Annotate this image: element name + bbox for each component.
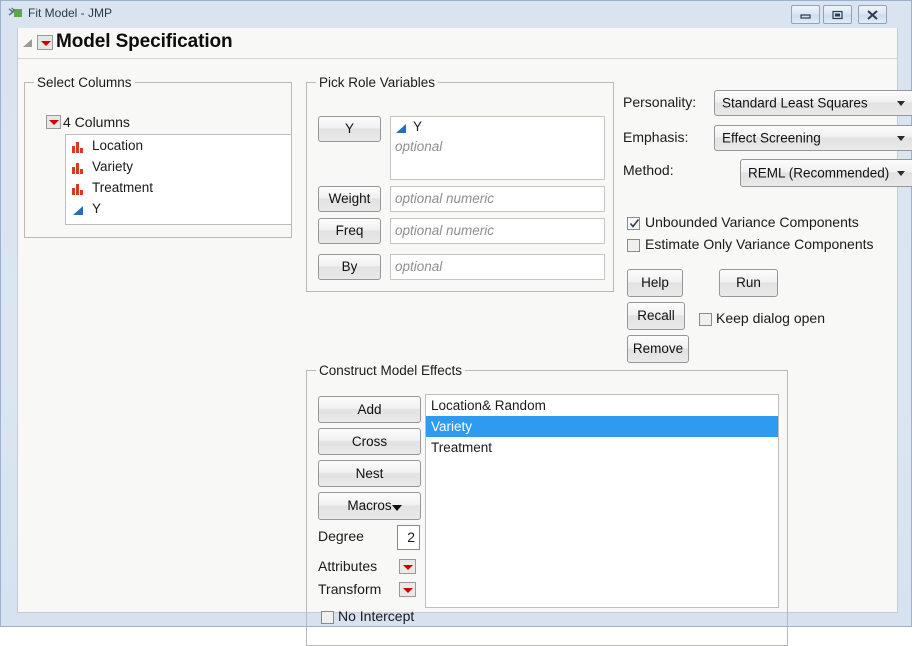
chevron-down-icon — [897, 136, 905, 141]
list-item[interactable]: Variety — [66, 156, 291, 177]
fit-model-window: Fit Model - JMP Model Specificatio — [0, 0, 912, 627]
no-intercept-checkbox[interactable] — [321, 611, 334, 624]
keep-dialog-open-checkbox[interactable] — [699, 313, 712, 326]
attributes-dropdown-icon[interactable] — [399, 559, 416, 574]
emphasis-value: Effect Screening — [722, 131, 821, 146]
columns-count-label: 4 Columns — [63, 114, 130, 130]
remove-button[interactable]: Remove — [627, 335, 689, 363]
macros-button[interactable]: Macros — [318, 492, 421, 520]
list-item[interactable]: Y — [66, 198, 291, 219]
method-label: Method: — [623, 162, 674, 178]
method-dropdown[interactable]: REML (Recommended) — [740, 159, 912, 187]
jmp-icon — [8, 7, 23, 21]
by-role-placeholder: optional — [395, 259, 442, 274]
method-value: REML (Recommended) — [748, 166, 889, 181]
column-name: Treatment — [92, 180, 153, 195]
weight-role-placeholder: optional numeric — [395, 191, 494, 206]
freq-role-button[interactable]: Freq — [318, 218, 381, 244]
chevron-down-icon — [897, 171, 905, 176]
personality-dropdown[interactable]: Standard Least Squares — [714, 90, 912, 116]
list-item[interactable]: Location — [66, 135, 291, 156]
help-button[interactable]: Help — [627, 269, 683, 297]
y-role-button[interactable]: Y — [318, 116, 381, 142]
pick-role-variables-title: Pick Role Variables — [316, 75, 438, 90]
emphasis-label: Emphasis: — [623, 129, 688, 145]
nominal-icon — [71, 160, 85, 173]
chevron-down-icon — [897, 101, 905, 106]
window-title: Fit Model - JMP — [28, 6, 112, 20]
recall-button[interactable]: Recall — [627, 302, 685, 330]
minimize-button[interactable] — [791, 5, 820, 24]
model-specification-header: Model Specification — [18, 28, 897, 59]
estimate-only-variance-checkbox[interactable] — [627, 239, 640, 252]
attributes-label: Attributes — [318, 558, 377, 574]
personality-label: Personality: — [623, 94, 696, 110]
continuous-icon — [71, 202, 85, 215]
macros-label: Macros — [347, 498, 391, 513]
select-columns-title: Select Columns — [34, 75, 135, 90]
columns-popup-arrow-icon[interactable] — [46, 115, 61, 129]
close-button[interactable] — [858, 5, 887, 24]
transform-label: Transform — [318, 581, 381, 597]
column-name: Y — [92, 201, 101, 216]
unbounded-variance-checkbox[interactable] — [627, 217, 640, 230]
cross-effect-button[interactable]: Cross — [318, 428, 421, 455]
personality-value: Standard Least Squares — [722, 96, 868, 111]
run-button[interactable]: Run — [719, 269, 778, 297]
freq-role-box[interactable]: optional numeric — [390, 218, 605, 244]
list-item[interactable]: Treatment — [426, 437, 778, 458]
column-name: Variety — [92, 159, 133, 174]
estimate-only-variance-label: Estimate Only Variance Components — [645, 236, 874, 252]
y-role-value-row[interactable]: Y — [391, 117, 604, 137]
select-columns-list[interactable]: Location Variety — [65, 134, 292, 225]
add-effect-button[interactable]: Add — [318, 396, 421, 423]
page-title: Model Specification — [56, 31, 233, 53]
degree-input[interactable]: 2 — [397, 525, 420, 550]
disclosure-triangle-icon[interactable] — [23, 39, 32, 47]
chevron-down-icon — [392, 505, 402, 511]
y-role-placeholder: optional — [395, 139, 442, 154]
nest-effect-button[interactable]: Nest — [318, 460, 421, 487]
keep-dialog-open-label: Keep dialog open — [716, 310, 825, 326]
model-effects-list[interactable]: Location& Random Variety Treatment — [425, 394, 779, 608]
by-role-box[interactable]: optional — [390, 254, 605, 280]
client-area: Model Specification Select Columns 4 Col… — [17, 28, 898, 613]
y-role-value: Y — [413, 119, 422, 134]
nominal-icon — [71, 139, 85, 152]
weight-role-box[interactable]: optional numeric — [390, 186, 605, 212]
column-name: Location — [92, 138, 143, 153]
list-item[interactable]: Treatment — [66, 177, 291, 198]
title-bar: Fit Model - JMP — [1, 1, 912, 28]
list-item[interactable]: Location& Random — [426, 395, 778, 416]
by-role-button[interactable]: By — [318, 254, 381, 280]
no-intercept-label: No Intercept — [338, 608, 414, 624]
construct-model-effects-title: Construct Model Effects — [316, 363, 465, 378]
maximize-button[interactable] — [823, 5, 852, 24]
nominal-icon — [71, 181, 85, 194]
freq-role-placeholder: optional numeric — [395, 223, 494, 238]
degree-label: Degree — [318, 528, 364, 544]
transform-dropdown-icon[interactable] — [399, 582, 416, 597]
list-item[interactable]: Variety — [426, 416, 778, 437]
unbounded-variance-label: Unbounded Variance Components — [645, 214, 859, 230]
emphasis-dropdown[interactable]: Effect Screening — [714, 125, 912, 151]
y-role-box[interactable]: Y optional — [390, 116, 605, 180]
continuous-icon — [394, 121, 408, 134]
weight-role-button[interactable]: Weight — [318, 186, 381, 212]
red-popup-arrow-icon[interactable] — [37, 35, 53, 50]
